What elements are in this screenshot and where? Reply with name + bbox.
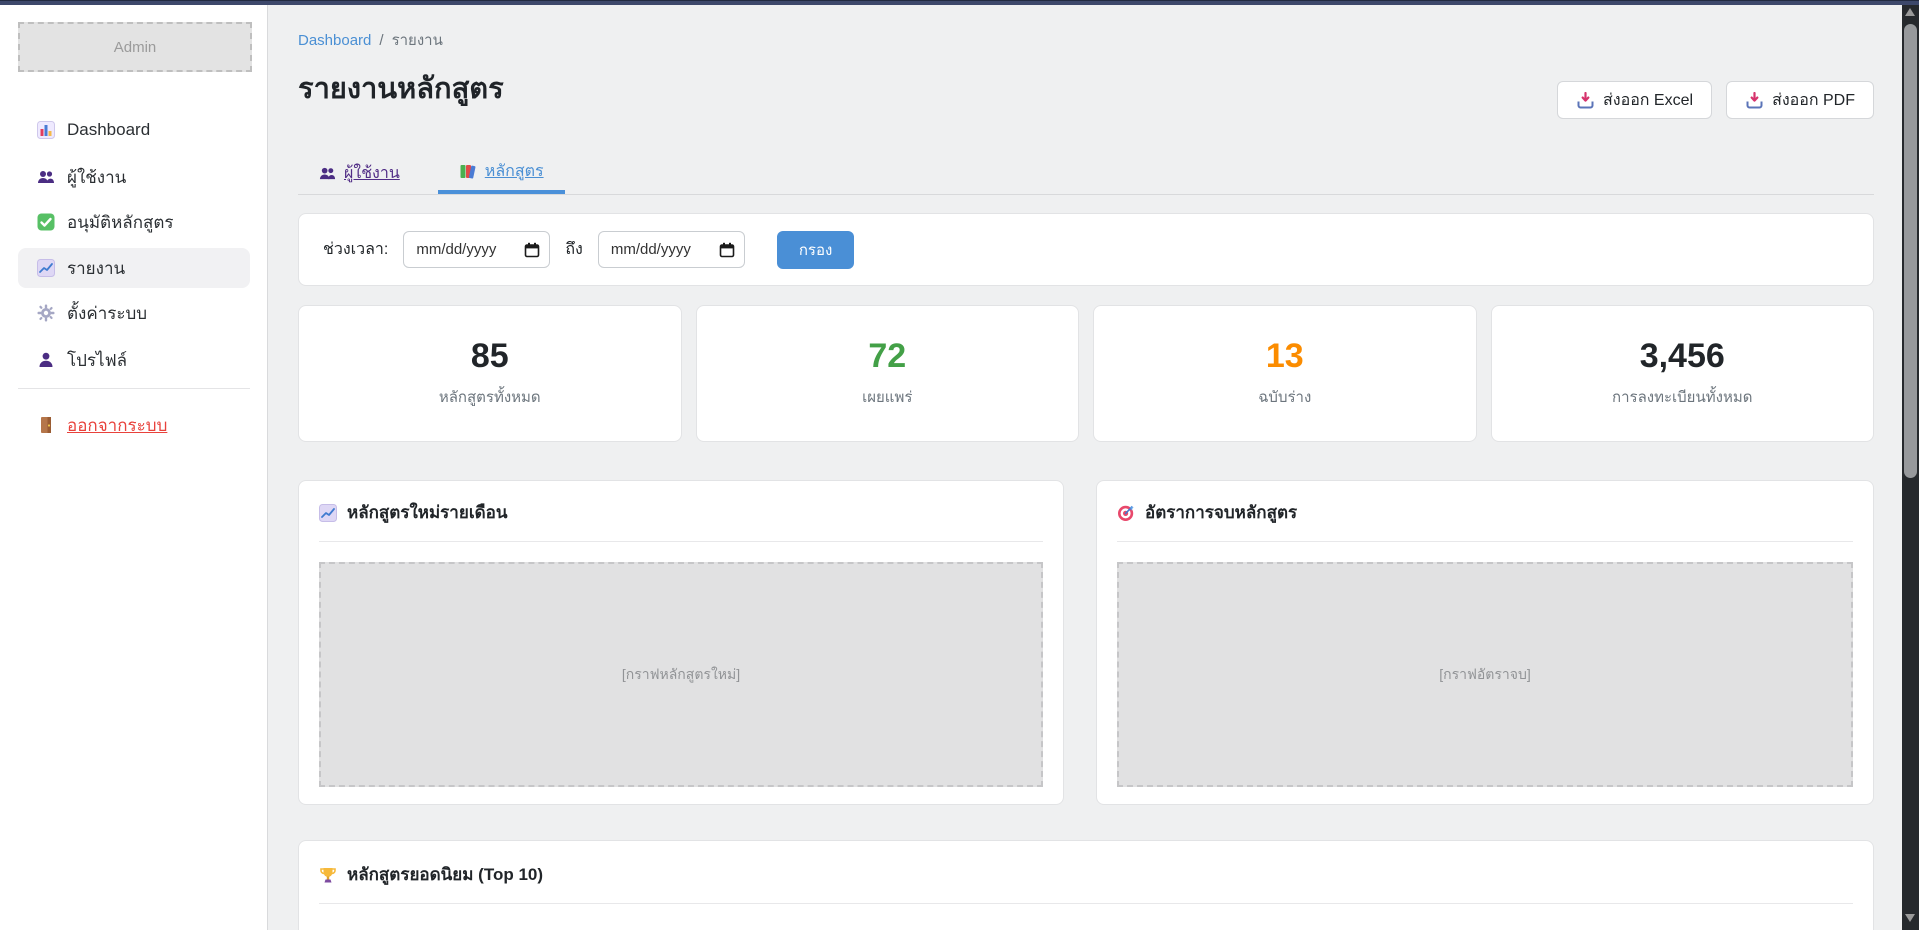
- main-content: Dashboard / รายงาน รายงานหลักสูตร ส่งออก…: [268, 5, 1902, 930]
- logout-link[interactable]: ออกจากระบบ: [37, 407, 167, 443]
- stat-card-total-enrollments: 3,456 การลงทะเบียนทั้งหมด: [1491, 305, 1875, 442]
- tab-users[interactable]: ผู้ใช้งาน: [318, 152, 400, 194]
- chart-card-completion-rate: อัตราการจบหลักสูตร [กราฟอัตราจบ]: [1096, 480, 1874, 805]
- breadcrumb-home-link[interactable]: Dashboard: [298, 32, 371, 49]
- sidebar-item-label: อนุมัติหลักสูตร: [67, 209, 174, 236]
- trophy-icon: [319, 866, 337, 884]
- chart-card-new-courses: หลักสูตรใหม่รายเดือน [กราฟหลักสูตรใหม่]: [298, 480, 1064, 805]
- top-courses-title: หลักสูตรยอดนิยม (Top 10): [347, 861, 543, 888]
- sidebar: Admin Dashboard ผู้ใช้งาน อนุมัติหลักสูต…: [0, 5, 268, 930]
- stat-label: เผยแพร่: [862, 385, 912, 409]
- filter-button[interactable]: กรอง: [777, 231, 854, 269]
- download-tray-icon: [1745, 91, 1763, 109]
- sidebar-item-settings[interactable]: ตั้งค่าระบบ: [18, 293, 250, 333]
- sidebar-item-label: Dashboard: [67, 120, 150, 140]
- books-icon: [459, 162, 477, 180]
- date-to-field-wrap: [598, 231, 745, 268]
- gear-icon: [37, 304, 55, 322]
- breadcrumb-separator: /: [379, 32, 383, 49]
- chart-title: อัตราการจบหลักสูตร: [1145, 499, 1297, 526]
- sidebar-item-label: โปรไฟล์: [67, 347, 127, 374]
- line-chart-icon: [319, 504, 337, 522]
- vertical-scrollbar[interactable]: [1902, 0, 1919, 930]
- stat-value: 85: [471, 339, 509, 373]
- stat-value: 3,456: [1640, 339, 1725, 373]
- stat-card-total-courses: 85 หลักสูตรทั้งหมด: [298, 305, 682, 442]
- page-title: รายงานหลักสูตร: [298, 65, 504, 111]
- report-tabs: ผู้ใช้งาน หลักสูตร: [298, 153, 1874, 195]
- date-from-field-wrap: [403, 231, 550, 268]
- sidebar-item-approve-courses[interactable]: อนุมัติหลักสูตร: [18, 202, 250, 242]
- divider: [319, 541, 1043, 542]
- top-courses-header: หลักสูตรยอดนิยม (Top 10): [319, 861, 1853, 888]
- calendar-icon[interactable]: [523, 241, 541, 259]
- stat-label: หลักสูตรทั้งหมด: [439, 385, 541, 409]
- export-excel-button[interactable]: ส่งออก Excel: [1557, 81, 1712, 119]
- export-excel-label: ส่งออก Excel: [1603, 88, 1693, 113]
- calendar-icon[interactable]: [718, 241, 736, 259]
- date-range-label: ช่วงเวลา:: [323, 237, 388, 262]
- sidebar-item-label: รายงาน: [67, 255, 125, 282]
- tab-users-label: ผู้ใช้งาน: [344, 161, 400, 186]
- users-icon: [37, 168, 55, 186]
- door-logout-icon: [37, 416, 55, 434]
- download-tray-icon: [1576, 91, 1594, 109]
- approve-check-icon: [37, 213, 55, 231]
- stat-value: 13: [1266, 339, 1304, 373]
- sidebar-item-dashboard[interactable]: Dashboard: [18, 110, 250, 150]
- stat-label: ฉบับร่าง: [1258, 385, 1311, 409]
- sidebar-divider: [18, 388, 250, 389]
- scrollbar-thumb[interactable]: [1904, 24, 1917, 478]
- breadcrumb: Dashboard / รายงาน: [298, 28, 443, 52]
- profile-icon: [37, 351, 55, 369]
- chart-title: หลักสูตรใหม่รายเดือน: [347, 499, 508, 526]
- export-pdf-label: ส่งออก PDF: [1772, 88, 1855, 113]
- scroll-up-arrow-icon[interactable]: [1905, 8, 1915, 16]
- export-buttons: ส่งออก Excel ส่งออก PDF: [1557, 81, 1874, 119]
- users-icon: [318, 164, 336, 182]
- top-courses-card: หลักสูตรยอดนิยม (Top 10): [298, 840, 1874, 930]
- stat-label: การลงทะเบียนทั้งหมด: [1612, 385, 1752, 409]
- chart-card-header: หลักสูตรใหม่รายเดือน: [319, 499, 1043, 526]
- logout-label: ออกจากระบบ: [67, 412, 167, 439]
- stat-card-drafts: 13 ฉบับร่าง: [1093, 305, 1477, 442]
- dashboard-icon: [37, 121, 55, 139]
- sidebar-item-reports[interactable]: รายงาน: [18, 248, 250, 288]
- date-filter-panel: ช่วงเวลา: ถึง กรอง: [298, 213, 1874, 286]
- app-logo: Admin: [18, 22, 252, 72]
- chart-card-header: อัตราการจบหลักสูตร: [1117, 499, 1853, 526]
- stat-value: 72: [868, 339, 906, 373]
- sidebar-item-label: ตั้งค่าระบบ: [67, 300, 147, 327]
- date-to-word: ถึง: [565, 237, 583, 262]
- sidebar-item-label: ผู้ใช้งาน: [67, 164, 126, 191]
- divider: [1117, 541, 1853, 542]
- charts-row: หลักสูตรใหม่รายเดือน [กราฟหลักสูตรใหม่] …: [298, 480, 1874, 805]
- scroll-down-arrow-icon[interactable]: [1905, 914, 1915, 922]
- divider: [319, 903, 1853, 904]
- chart-placeholder-new-courses: [กราฟหลักสูตรใหม่]: [319, 562, 1043, 787]
- breadcrumb-current: รายงาน: [392, 28, 443, 52]
- top-accent-bar: [0, 0, 1919, 5]
- tab-courses[interactable]: หลักสูตร: [438, 152, 565, 194]
- sidebar-item-users[interactable]: ผู้ใช้งาน: [18, 157, 250, 197]
- stat-card-published: 72 เผยแพร่: [696, 305, 1080, 442]
- screen: Admin Dashboard ผู้ใช้งาน อนุมัติหลักสูต…: [0, 0, 1919, 930]
- stats-row: 85 หลักสูตรทั้งหมด 72 เผยแพร่ 13 ฉบับร่า…: [298, 305, 1874, 442]
- export-pdf-button[interactable]: ส่งออก PDF: [1726, 81, 1874, 119]
- chart-placeholder-completion-rate: [กราฟอัตราจบ]: [1117, 562, 1853, 787]
- report-chart-icon: [37, 259, 55, 277]
- tab-courses-label: หลักสูตร: [485, 159, 544, 184]
- target-icon: [1117, 504, 1135, 522]
- sidebar-item-profile[interactable]: โปรไฟล์: [18, 340, 250, 380]
